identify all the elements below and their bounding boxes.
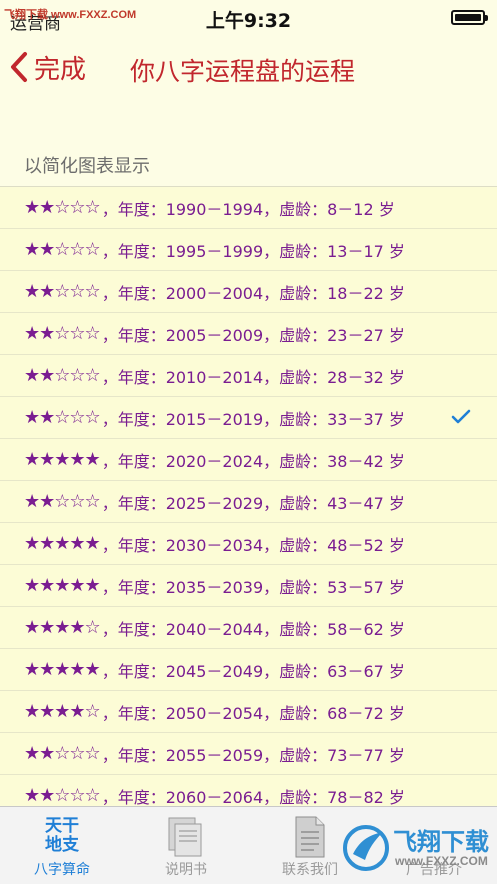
period-text: ，年度：2025－2029，虚龄：43－47 岁 [101, 493, 405, 513]
period-text: ，年度：2045－2049，虚龄：63－67 岁 [101, 661, 405, 681]
rating-stars: ★★☆☆☆ [24, 407, 101, 428]
fortune-row[interactable]: ★★★★☆ ，年度：2050－2054，虚龄：68－72 岁 [0, 691, 497, 733]
fortune-row[interactable]: ★★☆☆☆ ，年度：2000－2004，虚龄：18－22 岁 [0, 271, 497, 313]
bazi-icon: 天干 地支 [37, 817, 87, 857]
fortune-row[interactable]: ★★☆☆☆ ，年度：2055－2059，虚龄：73－77 岁 [0, 733, 497, 775]
section-header: 以简化图表显示 [0, 100, 497, 186]
period-text: ，年度：2030－2034，虚龄：48－52 岁 [101, 535, 405, 555]
watermark-logo: 飞翔下载 www.FXXZ.COM [341, 818, 491, 878]
fortune-row[interactable]: ★★★★☆ ，年度：2040－2044，虚龄：58－62 岁 [0, 607, 497, 649]
fortune-row[interactable]: ★★☆☆☆ ，年度：2025－2029，虚龄：43－47 岁 [0, 481, 497, 523]
fortune-row[interactable]: ★★☆☆☆ ，年度：2010－2014，虚龄：28－32 岁 [0, 355, 497, 397]
manual-icon [168, 817, 202, 857]
period-text: ，年度：1995－1999，虚龄：13－17 岁 [101, 241, 405, 261]
rating-stars: ★★★★★ [24, 533, 101, 554]
fortune-row[interactable]: ★★★★★ ，年度：2035－2039，虚龄：53－57 岁 [0, 565, 497, 607]
navigation-bar: 完成 你八字运程盘的运程 [0, 34, 497, 101]
watermark-url: www.FXXZ.COM [395, 854, 488, 868]
status-bar: 运营商 飞翔下载 www.FXXZ.COM 上午9:32 [0, 0, 497, 34]
period-text: ，年度：2055－2059，虚龄：73－77 岁 [101, 745, 405, 765]
period-text: ，年度：1990－1994，虚龄：8－12 岁 [101, 199, 395, 219]
battery-icon [451, 10, 488, 25]
rating-stars: ★★☆☆☆ [24, 239, 101, 260]
tab-manual[interactable]: 说明书 [124, 807, 248, 884]
fortune-row[interactable]: ★★★★★ ，年度：2045－2049，虚龄：63－67 岁 [0, 649, 497, 691]
watermark-emblem-icon [343, 825, 389, 871]
status-time: 上午9:32 [205, 10, 292, 32]
rating-stars: ★★★★☆ [24, 617, 101, 638]
period-text: ，年度：2040－2044，虚龄：58－62 岁 [101, 619, 405, 639]
tab-label: 八字算命 [34, 862, 90, 878]
page-title: 你八字运程盘的运程 [130, 57, 356, 86]
rating-stars: ★★☆☆☆ [24, 365, 101, 386]
rating-stars: ★★☆☆☆ [24, 281, 101, 302]
fortune-row[interactable]: ★★☆☆☆ ，年度：2060－2064，虚龄：78－82 岁 [0, 775, 497, 807]
period-text: ，年度：2005－2009，虚龄：23－27 岁 [101, 325, 405, 345]
back-button-label: 完成 [34, 54, 87, 85]
rating-stars: ★★★★★ [24, 659, 101, 680]
period-text: ，年度：2020－2024，虚龄：38－42 岁 [101, 451, 405, 471]
fortune-list[interactable]: ★★☆☆☆ ，年度：1990－1994，虚龄：8－12 岁 ★★☆☆☆ ，年度：199… [0, 186, 497, 807]
fortune-row[interactable]: ★★★★★ ，年度：2020－2024，虚龄：38－42 岁 [0, 439, 497, 481]
period-text: ，年度：2010－2014，虚龄：28－32 岁 [101, 367, 405, 387]
tab-label: 说明书 [165, 862, 207, 878]
section-label: 以简化图表显示 [24, 156, 150, 177]
rating-stars: ★★★★★ [24, 449, 101, 470]
rating-stars: ★★★★☆ [24, 701, 101, 722]
period-text: ，年度：2050－2054，虚龄：68－72 岁 [101, 703, 405, 723]
rating-stars: ★★★★★ [24, 575, 101, 596]
period-text: ，年度：2015－2019，虚龄：33－37 岁 [101, 409, 405, 429]
period-text: ，年度：2035－2039，虚龄：53－57 岁 [101, 577, 405, 597]
period-text: ，年度：2000－2004，虚龄：18－22 岁 [101, 283, 405, 303]
watermark-title: 飞翔下载 [393, 828, 489, 856]
period-text: ，年度：2060－2064，虚龄：78－82 岁 [101, 787, 405, 807]
tab-bazi[interactable]: 天干 地支 八字算命 [0, 807, 124, 884]
back-button[interactable]: 完成 [10, 48, 86, 86]
fortune-row[interactable]: ★★☆☆☆ ，年度：1990－1994，虚龄：8－12 岁 [0, 187, 497, 229]
document-icon [295, 816, 325, 858]
bazi-icon-text-bottom: 地支 [45, 835, 79, 855]
fortune-row[interactable]: ★★☆☆☆ ，年度：1995－1999，虚龄：13－17 岁 [0, 229, 497, 271]
rating-stars: ★★☆☆☆ [24, 323, 101, 344]
rating-stars: ★★☆☆☆ [24, 197, 101, 218]
chevron-left-icon [11, 52, 27, 82]
fortune-row[interactable]: ★★★★★ ，年度：2030－2034，虚龄：48－52 岁 [0, 523, 497, 565]
bazi-icon-text-top: 天干 [45, 816, 79, 836]
rating-stars: ★★☆☆☆ [24, 491, 101, 512]
rating-stars: ★★☆☆☆ [24, 743, 101, 764]
checkmark-icon [451, 409, 471, 424]
fortune-row[interactable]: ★★☆☆☆ ，年度：2015－2019，虚龄：33－37 岁 [0, 397, 497, 439]
fortune-row[interactable]: ★★☆☆☆ ，年度：2005－2009，虚龄：23－27 岁 [0, 313, 497, 355]
rating-stars: ★★☆☆☆ [24, 785, 101, 806]
